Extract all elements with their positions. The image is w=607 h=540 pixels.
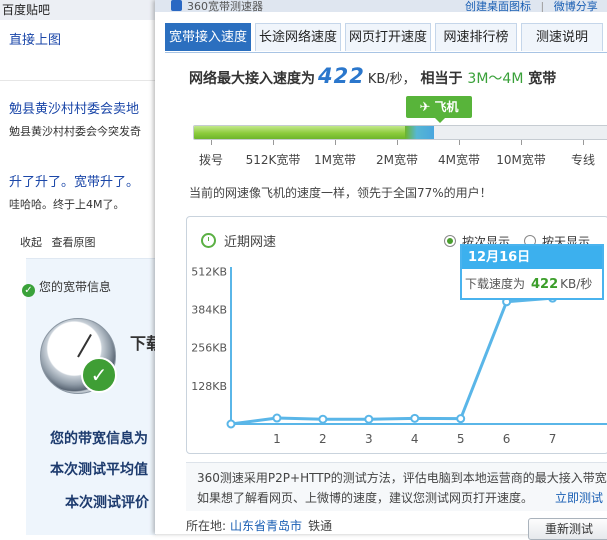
y-tick-label: 256KB [191, 342, 227, 355]
x-tick-label: 4 [411, 432, 419, 446]
top-links: 创建桌面图标 | 微博分享 [465, 0, 598, 12]
post-excerpt-3: 哇哈哈。终于上4M了。 [9, 198, 125, 211]
collapse-link[interactable]: 收起 [20, 236, 42, 249]
x-tick-label: 5 [457, 432, 465, 446]
card-item-2: 本次测试平均值 [50, 462, 148, 478]
tab-bar: 宽带接入速度 长途网络速度 网页打开速度 网速排行榜 测速说明 [165, 23, 607, 53]
tab-page-open-speed[interactable]: 网页打开速度 [345, 23, 431, 51]
stopwatch-icon: ✓ [40, 318, 117, 394]
speed-line [230, 296, 553, 426]
x-tick-label: 2 [319, 432, 327, 446]
card-item-3: 本次测试评价 [65, 495, 149, 511]
scale-label: 4M宽带 [438, 153, 480, 167]
x-tick-label: 1 [273, 432, 281, 446]
info-line-2: 如果想了解看网页、上微博的速度，建议您测试网页打开速度。 [197, 491, 534, 505]
airplane-icon: ✈ [419, 100, 431, 115]
data-point [364, 414, 374, 424]
image-toolbar: 收起 查看原图 [20, 234, 102, 250]
tab-ranking[interactable]: 网速排行榜 [435, 23, 517, 51]
speed-level-fill [194, 126, 405, 139]
view-original-link[interactable]: 查看原图 [52, 236, 96, 249]
speed-level-fill-tip [405, 126, 434, 139]
location-city-link[interactable]: 山东省青岛市 [230, 519, 302, 533]
scale-tick [583, 140, 584, 145]
post-link-2[interactable]: 勉县黄沙村村委会卖地 [9, 98, 139, 117]
data-point [410, 413, 420, 423]
scale-tick [335, 140, 336, 145]
scale-label: 512K宽带 [245, 153, 301, 167]
scale-tick [521, 140, 522, 145]
scale-label: 拨号 [198, 153, 224, 167]
scale-label: 2M宽带 [376, 153, 418, 167]
data-point [456, 414, 466, 424]
data-point [226, 419, 236, 429]
card-item-1: 您的带宽信息为 [50, 431, 148, 447]
scale-label: 10M宽带 [496, 153, 546, 167]
scale-label: 专线 [570, 153, 596, 167]
isp-name: 铁通 [308, 519, 333, 533]
tab-access-speed[interactable]: 宽带接入速度 [165, 23, 251, 51]
retest-button[interactable]: 重新测试 [528, 518, 607, 540]
scale-tick [273, 140, 274, 145]
scale-tick [397, 140, 398, 145]
tooltip-value: 422 [531, 277, 559, 292]
tab-help[interactable]: 测速说明 [521, 23, 603, 51]
chart-tooltip: 12月16日 下载速度为 422 KB/秒 [460, 244, 604, 300]
scale-tick [211, 140, 212, 145]
tooltip-date: 12月16日 [462, 246, 602, 269]
tooltip-body: 下载速度为 422 KB/秒 [465, 277, 593, 292]
x-tick-label: 3 [365, 432, 373, 446]
speed-test-window: 360宽带测速器 创建桌面图标 | 微博分享 宽带接入速度 长途网络速度 网页打… [155, 0, 607, 540]
app-logo-icon [171, 0, 182, 11]
speed-comparison-note: 当前的网速像飞机的速度一样，领先于全国77%的用户！ [189, 186, 492, 200]
post-link-3[interactable]: 升了升了。宽带升了。 [9, 171, 139, 190]
test-now-link[interactable]: 立即测试 [555, 489, 603, 506]
y-tick-label: 384KB [191, 303, 227, 316]
scale-label: 1M宽带 [314, 153, 356, 167]
y-tick-label: 512KB [191, 265, 227, 278]
scale-tick [459, 140, 460, 145]
x-tick-label: 7 [549, 432, 557, 446]
method-info-box: 360测速采用P2P+HTTP的测试方法，评估电脑到本地运营商的最大接入带宽。 … [186, 462, 607, 511]
speed-level-badge: ✈ 飞机 [406, 96, 472, 123]
data-point [318, 414, 328, 424]
post-excerpt-2: 勉县黄沙村村委会今突发奇 [9, 125, 141, 138]
info-line-1: 360测速采用P2P+HTTP的测试方法，评估电脑到本地运营商的最大接入带宽。 [197, 471, 607, 485]
max-speed-value: 422 [318, 64, 365, 88]
y-tick-label: 128KB [191, 380, 227, 393]
create-shortcut-link[interactable]: 创建桌面图标 [465, 0, 531, 12]
divider [0, 80, 160, 81]
x-tick-label: 6 [503, 432, 511, 446]
window-titlebar: 360宽带测速器 创建桌面图标 | 微博分享 [155, 0, 607, 12]
post-link-1[interactable]: 直接上图 [9, 29, 61, 48]
window-title: 360宽带测速器 [187, 0, 263, 12]
background-page-title: 百度贴吧 [0, 0, 162, 20]
check-icon: ✓ [22, 284, 35, 297]
data-point [272, 413, 282, 423]
bandwidth-equivalent: 3M～4M [467, 71, 524, 87]
speed-headline: 网络最大接入速度为 422 KB/秒， 相当于 3M～4M 宽带 [189, 64, 557, 88]
location-info: 所在地: 山东省青岛市 铁通 [186, 519, 333, 533]
card-heading: ✓ 您的宽带信息 [22, 278, 111, 297]
tab-long-distance[interactable]: 长途网络速度 [255, 23, 341, 51]
checkmark-icon: ✓ [81, 357, 117, 393]
background-page: 百度贴吧 直接上图 勉县黄沙村村委会卖地 勉县黄沙村村委会今突发奇 升了升了。宽… [0, 0, 162, 535]
weibo-share-link[interactable]: 微博分享 [554, 0, 598, 12]
speed-level-bar [193, 125, 607, 140]
